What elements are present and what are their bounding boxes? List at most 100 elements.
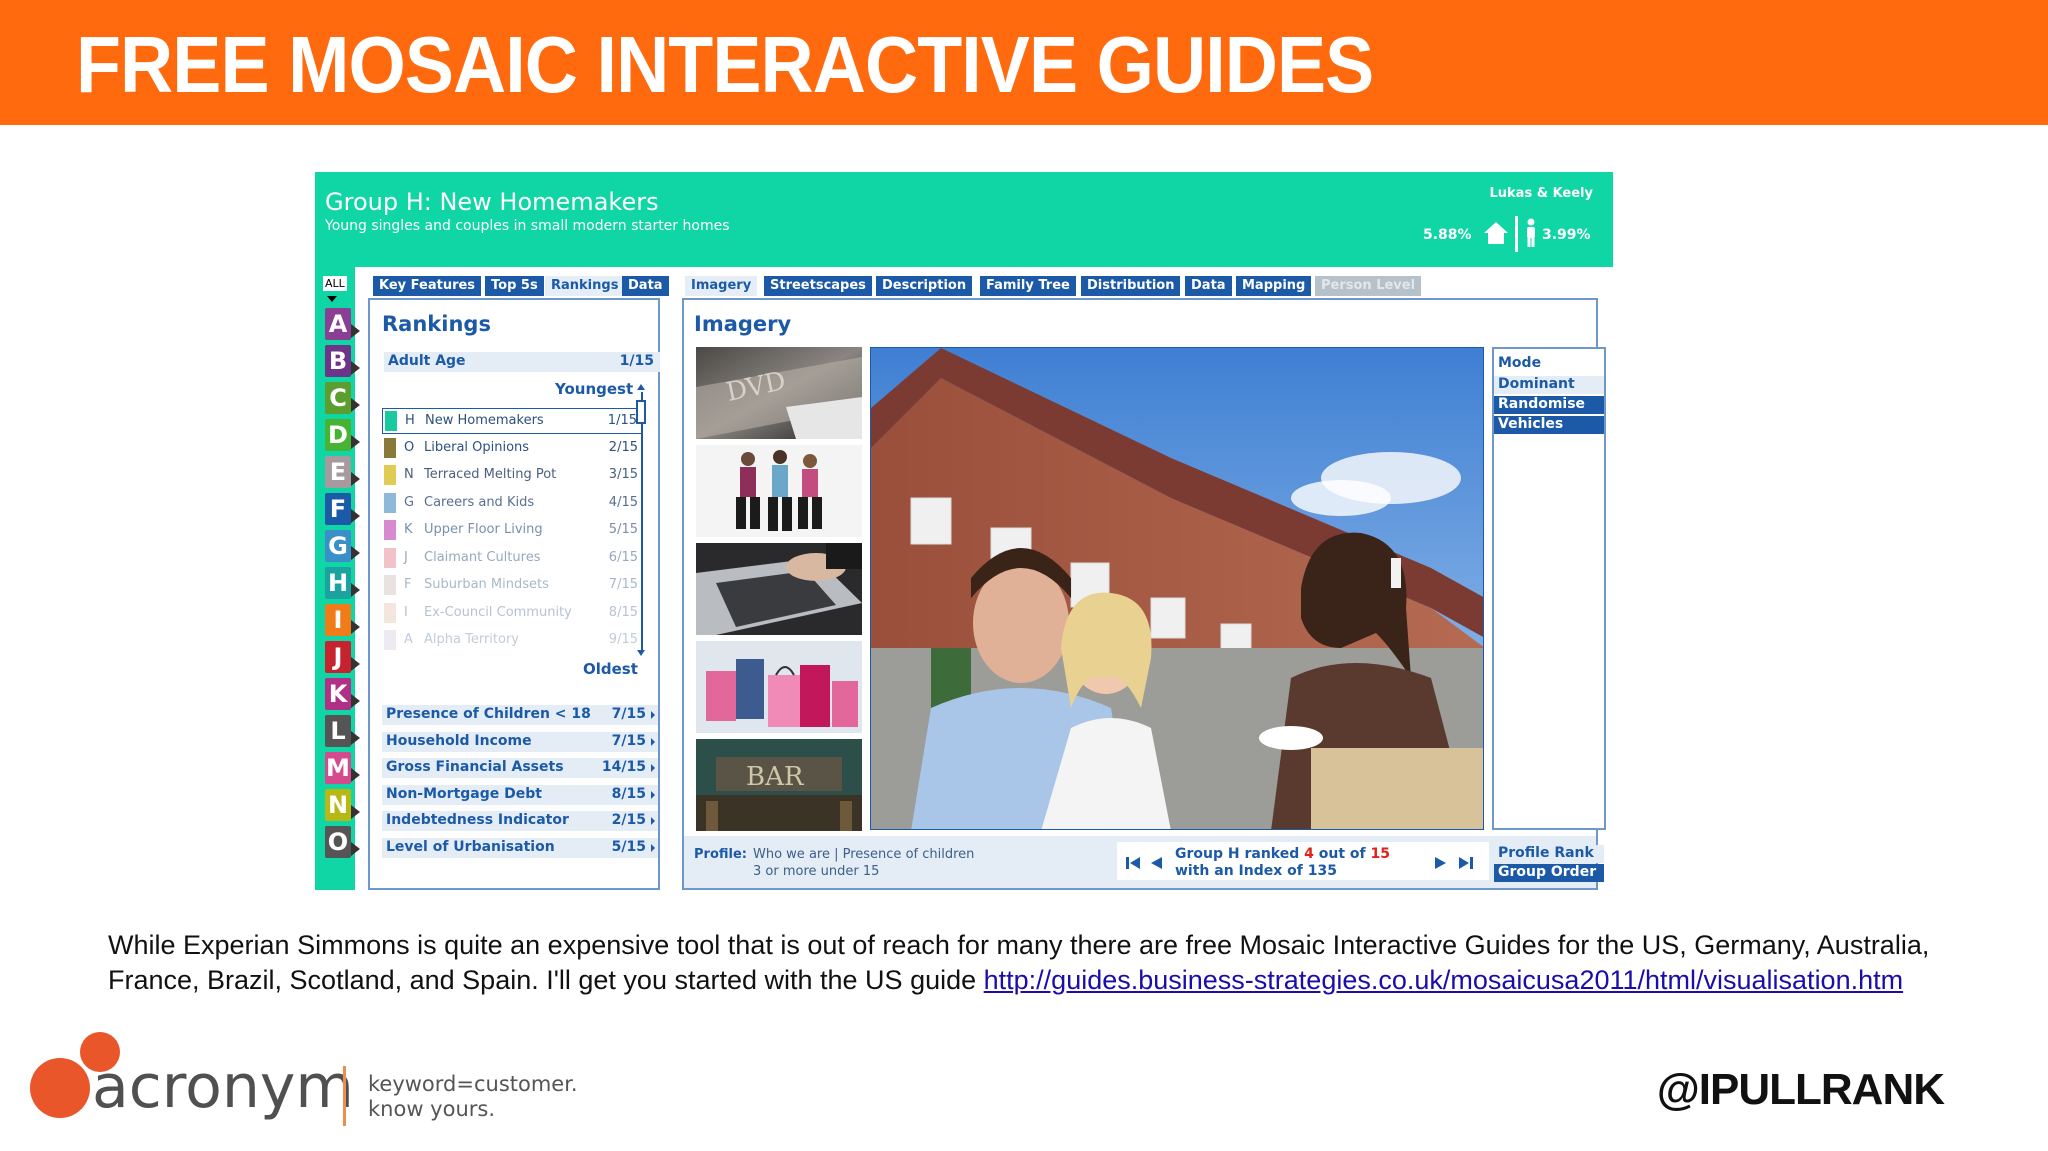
group-title: Group H: New Homemakers — [325, 188, 659, 216]
first-icon[interactable] — [1125, 855, 1141, 871]
persons-percent: 3.99% — [1542, 227, 1591, 243]
ranking-row[interactable]: K Upper Floor Living 5/15 — [382, 518, 642, 544]
slide-body-text: While Experian Simmons is quite an expen… — [108, 928, 1988, 998]
mode-dominant-button[interactable]: Dominant — [1494, 376, 1604, 394]
ranking-row[interactable]: G Careers and Kids 4/15 — [382, 491, 642, 517]
ranking-row[interactable]: J Claimant Cultures 6/15 — [382, 546, 642, 572]
group-letter-a[interactable]: A — [325, 308, 360, 340]
mode-vehicles-button[interactable]: Vehicles — [1494, 416, 1604, 434]
caret-right-icon — [651, 764, 655, 772]
group-letter-l[interactable]: L — [325, 715, 360, 747]
next-icon[interactable] — [1434, 855, 1448, 871]
ranking-metric[interactable]: Indebtedness Indicator 2/15 — [382, 811, 658, 831]
ranking-code: H — [405, 413, 415, 428]
ranking-row[interactable]: N Terraced Melting Pot 3/15 — [382, 463, 642, 489]
group-letter-k[interactable]: K — [325, 678, 360, 710]
thumbnail-dvd[interactable]: DVD — [696, 347, 862, 439]
tab-key-features[interactable]: Key Features — [373, 276, 482, 296]
group-letter-label: K — [328, 680, 348, 708]
group-subtitle: Young singles and couples in small moder… — [325, 218, 730, 234]
tab-family-tree[interactable]: Family Tree — [980, 276, 1076, 296]
ranking-metric[interactable]: Gross Financial Assets 14/15 — [382, 758, 658, 778]
slide-title: FREE MOSAIC INTERACTIVE GUIDES — [76, 20, 1374, 109]
group-letter-j[interactable]: J — [325, 641, 360, 673]
group-letter-f[interactable]: F — [325, 493, 360, 525]
last-icon[interactable] — [1458, 855, 1474, 871]
thumbnail-dancers[interactable] — [696, 445, 862, 537]
group-letter-label: C — [329, 384, 347, 412]
ranking-dimension-select[interactable]: Adult Age 1/15 — [384, 352, 660, 372]
main-imagery-photo — [870, 347, 1484, 830]
group-letter-e[interactable]: E — [325, 456, 360, 488]
ranking-name: Ex-Council Community — [424, 604, 572, 620]
scrollbar-thumb[interactable] — [636, 400, 646, 424]
ranking-row[interactable]: I Ex-Council Community 8/15 — [382, 601, 642, 627]
ranking-metric[interactable]: Non-Mortgage Debt 8/15 — [382, 784, 658, 805]
group-letter-label: A — [328, 310, 348, 338]
tab-streetscapes[interactable]: Streetscapes — [764, 276, 872, 296]
ranking-row[interactable]: H New Homemakers 1/15 — [382, 408, 642, 434]
ranking-row[interactable]: A Alpha Territory 9/15 — [382, 628, 642, 654]
group-color-swatch — [384, 547, 396, 568]
group-letter-label: H — [327, 569, 349, 597]
imagery-title: Imagery — [694, 312, 792, 336]
thumbnail-bar[interactable]: BAR — [696, 739, 862, 831]
triangle-right-icon — [351, 435, 360, 449]
group-letter-m[interactable]: M — [325, 752, 360, 784]
ranking-metric[interactable]: Presence of Children < 18 7/15 — [382, 705, 658, 725]
caret-right-icon — [651, 711, 655, 719]
tab-mapping[interactable]: Mapping — [1236, 276, 1312, 296]
triangle-right-icon — [351, 694, 360, 708]
us-guide-link[interactable]: http://guides.business-strategies.co.uk/… — [984, 965, 1903, 995]
rankings-title: Rankings — [382, 312, 491, 336]
tab-data-left[interactable]: Data — [622, 276, 669, 296]
group-letter-d[interactable]: D — [325, 419, 360, 451]
tab-rankings[interactable]: Rankings — [545, 276, 625, 296]
ranking-metric[interactable]: Household Income 7/15 — [382, 731, 658, 752]
scroll-up-icon[interactable] — [637, 384, 645, 390]
logo-tagline-1: keyword=customer. — [368, 1072, 578, 1096]
mode-randomise-button[interactable]: Randomise — [1494, 396, 1604, 414]
metric-value: 7/15 — [611, 706, 646, 722]
group-letter-h[interactable]: H — [325, 567, 360, 599]
ranking-row[interactable]: O Liberal Opinions 2/15 — [382, 436, 642, 462]
tab-distribution[interactable]: Distribution — [1081, 276, 1181, 296]
group-letter-label: F — [329, 495, 347, 523]
ranking-value: 5/15 — [608, 522, 638, 537]
profile-label: Profile: — [694, 847, 747, 862]
ranking-name: Liberal Opinions — [424, 439, 530, 455]
group-color-swatch — [384, 630, 396, 650]
tab-imagery[interactable]: Imagery — [685, 276, 758, 296]
thumbnail-shopping[interactable] — [696, 641, 862, 733]
group-letter-i[interactable]: I — [325, 604, 360, 636]
previous-icon[interactable] — [1149, 855, 1163, 871]
ranking-metric[interactable]: Level of Urbanisation 5/15 — [382, 837, 658, 858]
metric-value: 2/15 — [611, 812, 646, 828]
ranking-row[interactable]: F Suburban Mindsets 7/15 — [382, 573, 642, 599]
metric-value: 8/15 — [611, 785, 646, 802]
homemakers-photo — [871, 348, 1483, 829]
group-letter-g[interactable]: G — [325, 530, 360, 562]
all-groups-toggle[interactable]: ALL — [323, 276, 347, 291]
ranking-value: 6/15 — [608, 549, 638, 565]
svg-text:BAR: BAR — [746, 762, 805, 792]
ranking-name: Careers and Kids — [424, 494, 535, 510]
metric-label: Non-Mortgage Debt — [386, 785, 542, 802]
triangle-right-icon — [351, 620, 360, 634]
group-letter-b[interactable]: B — [325, 345, 360, 377]
group-letter-c[interactable]: C — [325, 382, 360, 414]
profile-rank-button[interactable]: Profile Rank — [1494, 845, 1604, 863]
group-order-button[interactable]: Group Order — [1494, 864, 1604, 882]
thumbnail-laptop[interactable] — [696, 543, 862, 635]
triangle-right-icon — [351, 361, 360, 375]
scroll-down-icon[interactable] — [637, 650, 645, 656]
tab-description[interactable]: Description — [876, 276, 973, 296]
caret-down-icon[interactable] — [327, 296, 337, 302]
group-letter-o[interactable]: O — [325, 826, 360, 858]
ranking-code: J — [404, 549, 408, 565]
tab-data-right[interactable]: Data — [1185, 276, 1232, 296]
group-letter-label: I — [333, 606, 343, 634]
tab-top-5s[interactable]: Top 5s — [485, 276, 544, 296]
group-letter-n[interactable]: N — [325, 789, 360, 821]
rankings-scrollbar[interactable] — [641, 392, 643, 650]
